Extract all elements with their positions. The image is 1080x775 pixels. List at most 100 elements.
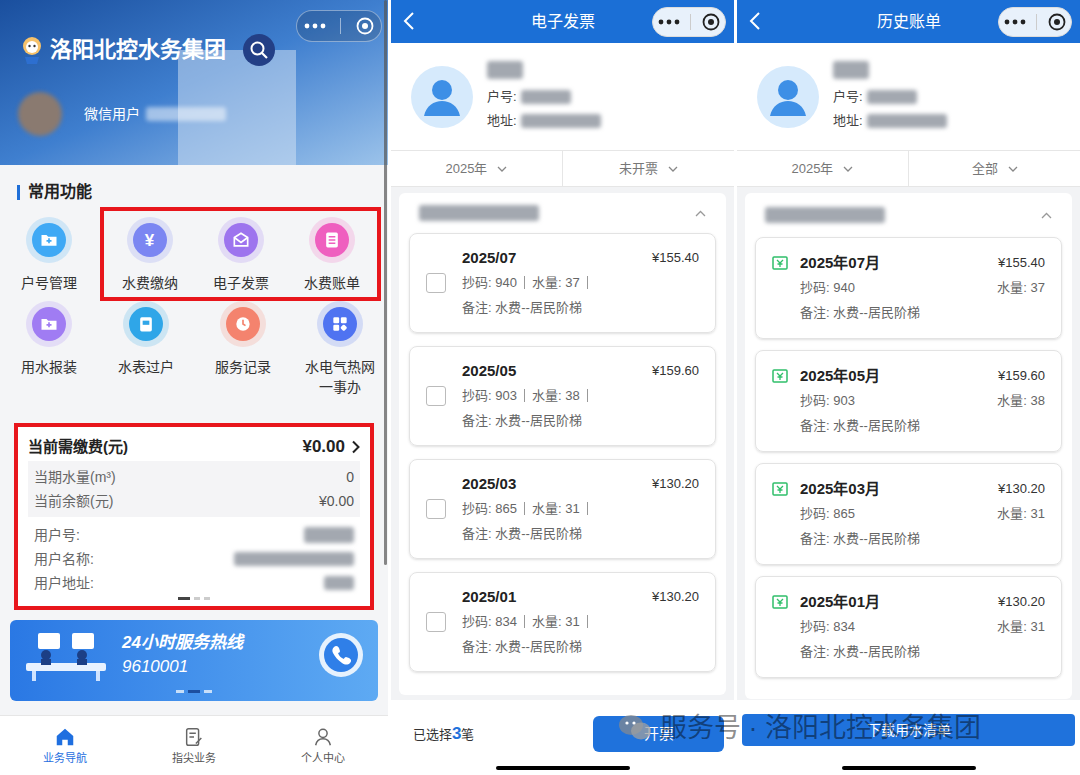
meter-row: 抄码: 903水量: 38 (800, 388, 1045, 413)
bill-item[interactable]: 2025年01月¥130.20抄码: 834水量: 31备注: 水费--居民阶梯 (755, 576, 1062, 678)
meter-row: 抄码: 834水量: 31 (462, 609, 699, 634)
function-icon-circle (129, 307, 163, 341)
function-item[interactable]: 水表过户 (97, 301, 194, 379)
search-icon[interactable] (242, 33, 276, 67)
function-label: 电子发票 (213, 273, 269, 293)
item-content: 2025年03月¥130.20抄码: 865水量: 31备注: 水费--居民阶梯 (800, 477, 1045, 551)
water-volume: 水量: 38 (997, 388, 1045, 413)
back-arrow-icon[interactable] (749, 11, 761, 31)
issue-invoice-button[interactable]: 开票 (593, 716, 724, 752)
record-list: 2025年07月¥155.40抄码: 940水量: 37备注: 水费--居民阶梯… (737, 187, 1080, 700)
pager-dot[interactable] (188, 690, 200, 693)
filter-label: 未开票 (619, 159, 658, 179)
billing-period: 2025年05月 (800, 364, 880, 388)
function-icon-halo (309, 217, 355, 263)
phone-call-icon[interactable] (318, 632, 364, 678)
item-content: 2025/05¥159.60抄码: 903水量: 38备注: 水费--居民阶梯 (462, 359, 699, 433)
close-icon[interactable] (356, 17, 374, 35)
nav-item[interactable]: 个人中心 (259, 716, 388, 775)
item-header: 2025年03月¥130.20 (800, 477, 1045, 501)
account-group: 2025/07¥155.40抄码: 940水量: 37备注: 水费--居民阶梯2… (399, 193, 726, 695)
select-checkbox[interactable] (426, 273, 446, 293)
pager-dot[interactable] (176, 690, 184, 693)
function-icon-circle (226, 307, 260, 341)
separator (524, 389, 525, 402)
bill-item[interactable]: 2025年07月¥155.40抄码: 940水量: 37备注: 水费--居民阶梯 (755, 237, 1062, 339)
function-item[interactable]: 用水报装 (0, 301, 97, 379)
scrollbar[interactable] (384, 0, 387, 565)
group-header[interactable] (755, 193, 1062, 237)
function-label: 用水报装 (21, 357, 77, 377)
separator (524, 502, 525, 515)
brand-name: 洛阳北控水务集团 (50, 34, 226, 66)
function-item[interactable]: 服务记录 (194, 301, 291, 379)
filter-dropdown[interactable]: 2025年 (391, 151, 563, 186)
function-item[interactable]: 水费账单 (286, 211, 377, 297)
filter-dropdown[interactable]: 2025年 (737, 151, 909, 186)
function-icon-circle (315, 223, 349, 257)
pager-dot[interactable] (204, 597, 210, 600)
function-item[interactable]: 户号管理 (0, 207, 97, 297)
invoice-item[interactable]: 2025/05¥159.60抄码: 903水量: 38备注: 水费--居民阶梯 (409, 346, 716, 446)
account-id-row: 户号: (833, 85, 947, 109)
mini-program-capsule[interactable] (652, 7, 726, 37)
function-item[interactable]: 电子发票 (195, 211, 286, 297)
filter-dropdown[interactable]: 未开票 (563, 151, 734, 186)
download-usage-button[interactable]: 下载用水清单 (742, 714, 1075, 746)
invoice-item[interactable]: 2025/03¥130.20抄码: 865水量: 31备注: 水费--居民阶梯 (409, 459, 716, 559)
select-checkbox[interactable] (426, 386, 446, 406)
hotline-title: 24小时服务热线 (122, 631, 243, 655)
pager-dot[interactable] (194, 597, 200, 600)
mini-program-capsule[interactable] (998, 7, 1072, 37)
billing-period: 2025年07月 (800, 251, 880, 275)
more-icon[interactable] (1004, 19, 1026, 25)
redacted-block (521, 90, 571, 104)
profile-info: 户号:地址: (487, 61, 601, 133)
close-icon[interactable] (702, 13, 720, 31)
bill-item[interactable]: 2025年03月¥130.20抄码: 865水量: 31备注: 水费--居民阶梯 (755, 463, 1062, 565)
chevron-up-icon[interactable] (695, 210, 706, 217)
user-avatar[interactable] (18, 92, 62, 136)
bill-amount: ¥130.20 (652, 472, 699, 496)
bill-item[interactable]: 2025年05月¥159.60抄码: 903水量: 38备注: 水费--居民阶梯 (755, 350, 1062, 452)
chevron-right-icon[interactable] (351, 440, 360, 454)
select-checkbox[interactable] (426, 499, 446, 519)
close-icon[interactable] (1048, 13, 1066, 31)
hotline-banner[interactable]: 24小时服务热线9610001 (10, 620, 378, 701)
item-content: 2025年07月¥155.40抄码: 940水量: 37备注: 水费--居民阶梯 (800, 251, 1045, 325)
bill-note: 备注: 水费--居民阶梯 (800, 639, 1045, 664)
group-header[interactable] (409, 193, 716, 233)
meter-row: 抄码: 903水量: 38 (462, 383, 699, 408)
more-icon[interactable] (658, 19, 680, 25)
mini-program-capsule[interactable] (296, 10, 382, 42)
field-label: 用户号: (34, 523, 80, 547)
pager-dot[interactable] (178, 597, 190, 600)
function-item[interactable]: ¥水费缴纳 (104, 211, 195, 297)
function-item[interactable]: 水电气热网一事办 (291, 301, 388, 399)
filter-dropdown[interactable]: 全部 (909, 151, 1080, 186)
bill-card[interactable]: 当前需缴费(元)¥0.00当期水量(m³)0当前余额(元)¥0.00用户号:用户… (14, 423, 374, 610)
more-icon[interactable] (304, 23, 326, 29)
meter-reading: 抄码: 834 (800, 614, 855, 639)
meter-row: 抄码: 865水量: 31 (462, 496, 699, 521)
function-icon-halo (220, 301, 266, 347)
select-checkbox[interactable] (426, 612, 446, 632)
capsule-divider (1036, 14, 1037, 30)
person-icon (312, 726, 334, 748)
account-field: 用户名称: (34, 547, 354, 571)
invoice-item[interactable]: 2025/01¥130.20抄码: 834水量: 31备注: 水费--居民阶梯 (409, 572, 716, 672)
back-arrow-icon[interactable] (403, 11, 415, 31)
chevron-up-icon[interactable] (1041, 212, 1052, 219)
redacted-block (833, 61, 869, 79)
pager-dot[interactable] (204, 690, 212, 693)
nav-item[interactable]: 指尖业务 (129, 716, 258, 775)
home-icon (54, 726, 76, 748)
user-avatar-icon (757, 66, 819, 128)
invoice-item[interactable]: 2025/07¥155.40抄码: 940水量: 37备注: 水费--居民阶梯 (409, 233, 716, 333)
meter-reading: 抄码: 834 (462, 609, 517, 634)
bottom-nav: 业务导航指尖业务个人中心 (0, 715, 388, 775)
nav-item[interactable]: 业务导航 (0, 716, 129, 775)
billing-period: 2025/07 (462, 246, 516, 270)
account-id-row: 户号: (487, 85, 601, 109)
item-content: 2025/01¥130.20抄码: 834水量: 31备注: 水费--居民阶梯 (462, 585, 699, 659)
